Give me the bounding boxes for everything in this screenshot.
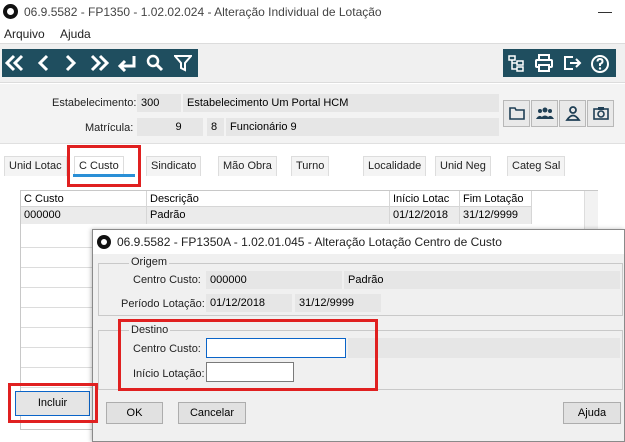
table-cell-fim[interactable]: 31/12/9999 <box>460 207 532 224</box>
funcionario-code-field: 8 <box>207 118 224 136</box>
navigation-strip <box>2 49 198 77</box>
grid-row-divider <box>21 307 97 308</box>
origem-centro-custo-code: 000000 <box>206 271 342 289</box>
filter-icon[interactable] <box>170 49 196 77</box>
grid-row-divider <box>21 287 97 288</box>
window-title: 06.9.5582 - FP1350 - 1.02.02.024 - Alter… <box>24 5 382 19</box>
column-header-fim-lotacao[interactable]: Fim Lotação <box>460 191 532 207</box>
periodo-fim-field: 31/12/9999 <box>295 294 381 312</box>
menu-ajuda[interactable]: Ajuda <box>60 27 91 41</box>
grid-row-divider <box>21 367 97 368</box>
table-cell-descricao[interactable]: Padrão <box>147 207 390 224</box>
previous-icon[interactable] <box>30 49 56 77</box>
first-icon[interactable] <box>2 49 28 77</box>
search-icon[interactable] <box>142 49 168 77</box>
tab-turno[interactable]: Turno <box>291 156 330 176</box>
tab-unid-lotac[interactable]: Unid Lotac <box>4 156 67 176</box>
exit-icon[interactable] <box>559 49 585 77</box>
matricula-label: Matrícula: <box>85 122 134 134</box>
app-logo-icon <box>97 235 111 249</box>
origem-centro-custo-desc: Padrão <box>344 271 620 289</box>
highlight-c-custo-tab <box>67 145 141 187</box>
periodo-lotacao-label: Período Lotação: <box>121 298 205 310</box>
app-logo-icon <box>3 4 18 19</box>
org-chart-icon[interactable] <box>503 49 529 77</box>
folder-icon[interactable] <box>503 100 530 127</box>
destino-centro-custo-desc <box>348 338 620 358</box>
grid-row-divider <box>21 267 97 268</box>
origem-centro-custo-label: Centro Custo: <box>133 274 201 286</box>
tab-localidade[interactable]: Localidade <box>363 156 427 176</box>
return-icon[interactable] <box>114 49 140 77</box>
camera-icon[interactable] <box>587 100 614 127</box>
tab-mao-obra[interactable]: Mão Obra <box>218 156 277 176</box>
dialog-title: 06.9.5582 - FP1350A - 1.02.01.045 - Alte… <box>117 235 502 249</box>
menu-bar: Arquivo Ajuda <box>0 24 625 43</box>
funcionario-name-field: Funcionário 9 <box>226 118 499 136</box>
grid-row-divider <box>21 327 97 328</box>
tab-categ-sal[interactable]: Categ Sal <box>507 156 566 176</box>
minimize-button[interactable]: — <box>590 2 620 22</box>
toolbar <box>0 43 625 83</box>
actions-strip <box>503 49 616 77</box>
group-icon[interactable] <box>531 100 558 127</box>
tab-sindicato[interactable]: Sindicato <box>146 156 202 176</box>
grid-row-divider <box>21 347 97 348</box>
estabelecimento-label: Estabelecimento: <box>52 97 137 109</box>
estabelecimento-code-field: 300 <box>137 94 181 112</box>
dialog-title-bar: 06.9.5582 - FP1350A - 1.02.01.045 - Alte… <box>93 230 624 254</box>
column-header-c-custo[interactable]: C Custo <box>21 191 147 207</box>
origem-title: Origem <box>129 256 170 268</box>
ok-button[interactable]: OK <box>106 402 163 424</box>
next-icon[interactable] <box>58 49 84 77</box>
tab-unid-neg[interactable]: Unid Neg <box>435 156 491 176</box>
column-header-inicio-lotac[interactable]: Início Lotac <box>390 191 460 207</box>
periodo-inicio-field: 01/12/2018 <box>206 294 292 312</box>
help-icon[interactable] <box>587 49 613 77</box>
highlight-incluir-button <box>8 383 98 423</box>
menu-arquivo[interactable]: Arquivo <box>4 27 45 41</box>
person-icon[interactable] <box>559 100 586 127</box>
print-icon[interactable] <box>531 49 557 77</box>
grid-row-divider <box>21 247 97 248</box>
matricula-field: 9 <box>137 118 203 136</box>
title-bar: 06.9.5582 - FP1350 - 1.02.02.024 - Alter… <box>0 0 625 24</box>
last-icon[interactable] <box>86 49 112 77</box>
column-header-descricao[interactable]: Descrição <box>147 191 390 207</box>
estabelecimento-name-field: Estabelecimento Um Portal HCM <box>183 94 499 112</box>
highlight-destino-group <box>118 319 378 391</box>
table-cell-inicio[interactable]: 01/12/2018 <box>390 207 460 224</box>
table-cell-c-custo[interactable]: 000000 <box>21 207 147 224</box>
ajuda-button[interactable]: Ajuda <box>563 402 621 424</box>
cancelar-button[interactable]: Cancelar <box>178 402 246 424</box>
